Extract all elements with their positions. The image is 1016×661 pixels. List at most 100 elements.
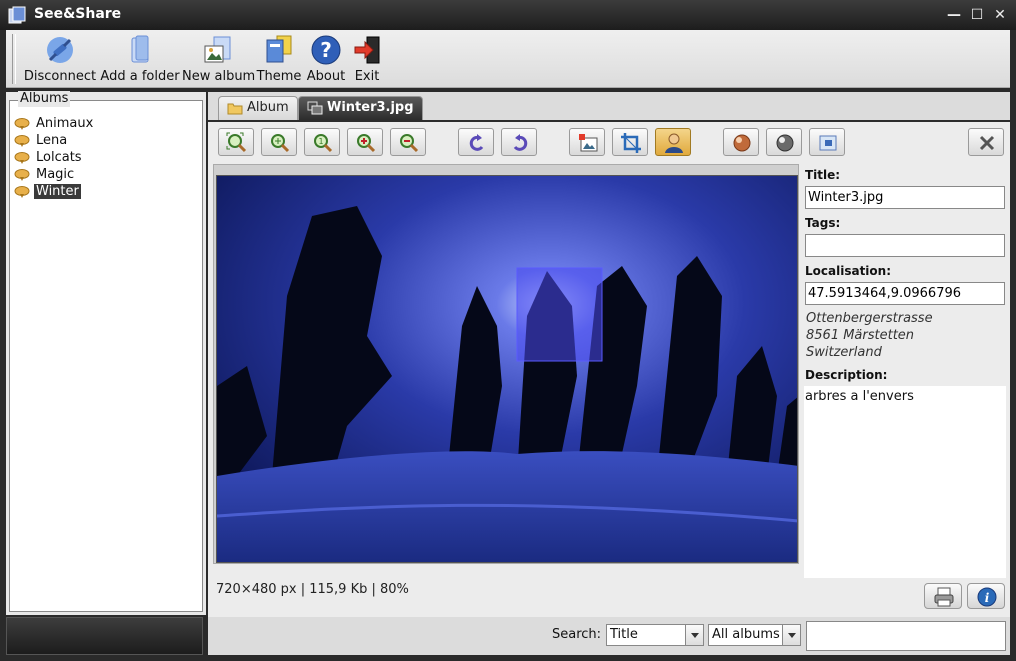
resize-button[interactable] [809,128,845,156]
zoom-in-button[interactable] [347,128,383,156]
album-cloud-icon [14,186,30,198]
exit-icon [354,36,380,64]
folder-icon [131,35,149,63]
album-cloud-icon [14,118,30,130]
resize-icon [819,135,837,151]
photo[interactable] [216,175,798,563]
album-item-animaux[interactable]: Animaux [14,115,95,132]
zoom-1to1-icon: 1 [314,134,333,153]
exit-button[interactable]: Exit [348,32,386,86]
zoom-fit-button[interactable] [218,128,254,156]
plug-icon [47,37,73,63]
description-field[interactable]: arbres a l'envers [804,386,1006,578]
new-album-button[interactable]: New album [182,32,255,86]
minimize-icon[interactable]: — [946,7,962,23]
zoom-actual-icon [271,134,290,153]
album-cloud-icon [14,169,30,181]
zoom-actual-button[interactable] [261,128,297,156]
set-cover-button[interactable] [569,128,605,156]
image-status: 720×480 px | 115,9 Kb | 80% [216,582,409,597]
albums-legend: Albums [18,91,71,107]
grayscale-icon [776,134,794,152]
search-scope-select[interactable]: All albums [708,624,801,646]
about-button[interactable]: ? About [304,32,348,86]
address-country: Switzerland [806,345,882,360]
crop-button[interactable] [612,128,648,156]
chevron-down-icon[interactable] [782,625,800,645]
theme-button[interactable]: Theme [254,32,304,86]
chevron-down-icon[interactable] [685,625,703,645]
svg-text:?: ? [320,38,332,62]
album-item-winter[interactable]: Winter [14,183,95,200]
main-toolbar: Disconnect Add a folder New album Theme … [6,30,1010,88]
sepia-button[interactable] [723,128,759,156]
properties-panel: Title: Tags: Localisation: Ottenbergerst… [804,164,1006,580]
address-street: Ottenbergerstrasse [806,311,933,326]
image-view: 1 720×480 px | 115,9 Kb | 80% Title: Win… [208,120,1010,655]
app-window: See&Share — ☐ ✕ Disconnect Add a folder [0,0,1016,661]
svg-text:1: 1 [318,137,323,146]
albums-tree: Albums Animaux Lena Lolcats Magic Winter [9,91,203,612]
tab-image[interactable]: Winter3.jpg [298,96,423,120]
album-item-lolcats[interactable]: Lolcats [14,149,95,166]
add-folder-button[interactable]: Add a folder [98,32,182,86]
zoom-1to1-button[interactable]: 1 [304,128,340,156]
tab-album[interactable]: Album [218,96,298,120]
window-title: See&Share [34,6,122,22]
set-cover-icon [579,134,598,152]
search-field-select[interactable]: Title [606,624,704,646]
zoom-out-icon [400,134,419,153]
close-icon [979,135,995,151]
search-input[interactable] [806,621,1006,651]
svg-text:i: i [985,591,990,605]
info-button[interactable]: i [967,583,1005,609]
title-field[interactable] [805,186,1005,209]
theme-icon [266,35,292,63]
zoom-out-button[interactable] [390,128,426,156]
title-bar: See&Share — ☐ ✕ [0,0,1016,30]
albums-panel: Albums Animaux Lena Lolcats Magic Winter [6,91,206,615]
album-item-lena[interactable]: Lena [14,132,95,149]
search-label: Search: [552,627,602,642]
content-area: Album Winter3.jpg 1 720×480 px | 115,9 K… [208,92,1010,655]
folder-tab-icon [227,103,243,115]
localisation-field[interactable] [805,282,1005,305]
address-city: 8561 Märstetten [806,328,915,343]
close-window-icon[interactable]: ✕ [992,7,1008,23]
help-icon: ? [311,35,341,65]
rotate-left-icon [469,134,484,151]
disconnect-button[interactable]: Disconnect [22,32,98,86]
left-bottom-panel [6,617,203,655]
description-label: Description: [805,368,888,382]
info-icon: i [977,587,997,607]
albums-list: Animaux Lena Lolcats Magic Winter [14,115,95,200]
album-icon [204,36,231,63]
tags-label: Tags: [805,216,841,230]
close-image-button[interactable] [968,128,1004,156]
crop-icon [621,133,641,153]
maximize-icon[interactable]: ☐ [969,7,985,23]
printer-icon [934,587,954,607]
album-cloud-icon [14,152,30,164]
tab-bar: Album Winter3.jpg [208,92,1010,120]
rotate-right-button[interactable] [501,128,537,156]
image-tab-icon [307,101,323,115]
face-tag-button[interactable] [655,128,691,156]
tags-field[interactable] [805,234,1005,257]
zoom-fit-icon [226,132,247,153]
image-toolbar: 1 [218,128,1008,158]
localisation-label: Localisation: [805,264,892,278]
sepia-icon [733,134,751,152]
image-viewport [213,164,799,564]
face-tag-icon [665,133,683,153]
album-item-magic[interactable]: Magic [14,166,95,183]
print-button[interactable] [924,583,962,609]
rotate-right-icon [513,134,528,151]
album-cloud-icon [14,135,30,147]
winter-photo [217,176,797,562]
zoom-in-icon [357,134,376,153]
rotate-left-button[interactable] [458,128,494,156]
grayscale-button[interactable] [766,128,802,156]
search-bar: Search: Title All albums [208,617,1010,655]
toolbar-grip[interactable] [12,34,16,84]
